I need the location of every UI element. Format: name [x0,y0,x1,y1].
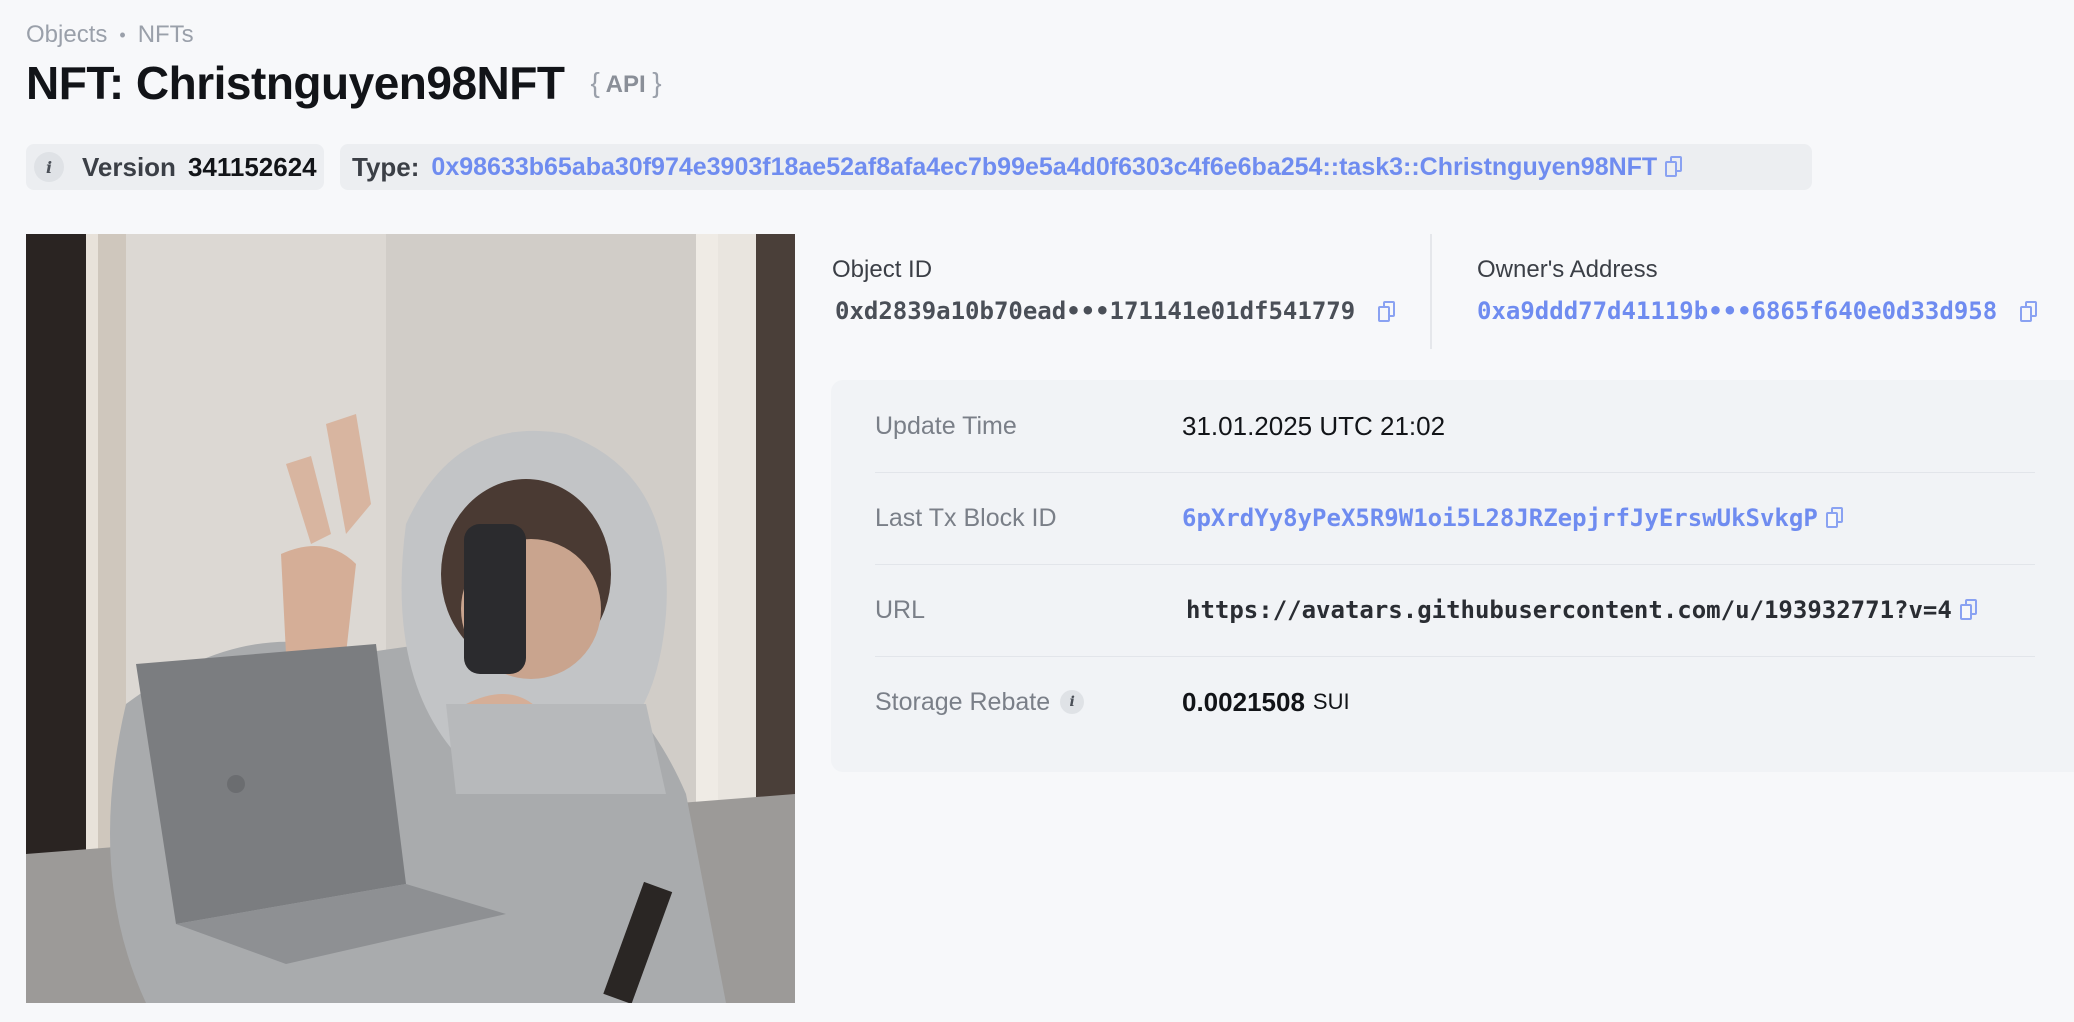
version-label: Version [82,151,176,182]
copy-icon[interactable] [2019,301,2038,323]
owner-value-row: 0xa9ddd77d41119b•••6865f640e0d33d958 [1477,297,2038,325]
copy-icon[interactable] [1377,301,1396,323]
url-value-row: https://avatars.githubusercontent.com/u/… [1186,564,1978,656]
owner-label: Owner's Address [1477,256,1658,283]
api-link[interactable]: { API } [590,67,661,99]
last-tx-link[interactable]: 6pXrdYy8yPeX5R9W1oi5L28JRZepjrfJyErswUkS… [1182,472,1818,564]
url-label: URL [875,596,926,624]
object-id-value-row: 0xd2839a10b70ead•••171141e01df541779 [835,297,1396,325]
details-card: Update Time 31.01.2025 UTC 21:02 Last Tx… [831,380,2074,772]
breadcrumb-separator: • [119,24,126,45]
detail-row-last-tx: Last Tx Block ID 6pXrdYy8yPeX5R9W1oi5L28… [875,472,2035,565]
vertical-divider [1430,234,1432,349]
nft-image [26,234,795,1003]
breadcrumb-objects[interactable]: Objects [26,21,107,49]
breadcrumb-nfts[interactable]: NFTs [138,21,194,49]
last-tx-label: Last Tx Block ID [875,504,1057,532]
page-title: NFT: Christnguyen98NFT [26,57,565,109]
copy-icon[interactable] [1959,599,1978,621]
storage-rebate-label: Storage Rebate [875,688,1051,716]
storage-rebate-value-row: 0.0021508 SUI [1182,656,1350,748]
api-label: API [605,71,646,98]
type-pill: Type: 0x98633b65aba30f974e3903f18ae52af8… [340,144,1812,190]
title-row: NFT: Christnguyen98NFT { API } [26,56,662,110]
update-time-label: Update Time [875,412,1017,440]
info-icon[interactable]: i [34,152,64,182]
breadcrumb: Objects • NFTs [26,21,194,49]
storage-rebate-unit: SUI [1312,689,1350,714]
copy-icon[interactable] [1665,156,1683,178]
detail-row-storage-rebate: Storage Rebate i 0.0021508 SUI [875,656,2035,748]
nft-photo-illustration [26,234,795,1003]
storage-rebate-value: 0.0021508 [1182,687,1305,717]
object-id-label: Object ID [832,256,933,283]
url-value: https://avatars.githubusercontent.com/u/… [1186,596,1952,624]
copy-icon[interactable] [1825,507,1844,529]
api-brace-open: { [590,67,600,98]
object-id-value: 0xd2839a10b70ead•••171141e01df541779 [835,297,1356,325]
detail-row-update-time: Update Time 31.01.2025 UTC 21:02 [875,380,2035,473]
detail-row-url: URL https://avatars.githubusercontent.co… [875,564,2035,657]
storage-rebate-label-row: Storage Rebate i [875,656,1085,748]
version-value: 341152624 [187,151,317,182]
update-time-value: 31.01.2025 UTC 21:02 [1182,411,1446,441]
type-label: Type: [352,151,420,182]
last-tx-value-row: 6pXrdYy8yPeX5R9W1oi5L28JRZepjrfJyErswUkS… [1182,472,1844,564]
api-brace-close: } [652,67,662,98]
version-pill: i Version 341152624 [26,144,324,190]
info-icon[interactable]: i [1060,690,1085,714]
owner-address-link[interactable]: 0xa9ddd77d41119b•••6865f640e0d33d958 [1477,297,1997,325]
type-value-link[interactable]: 0x98633b65aba30f974e3903f18ae52af8afa4ec… [431,153,1657,182]
